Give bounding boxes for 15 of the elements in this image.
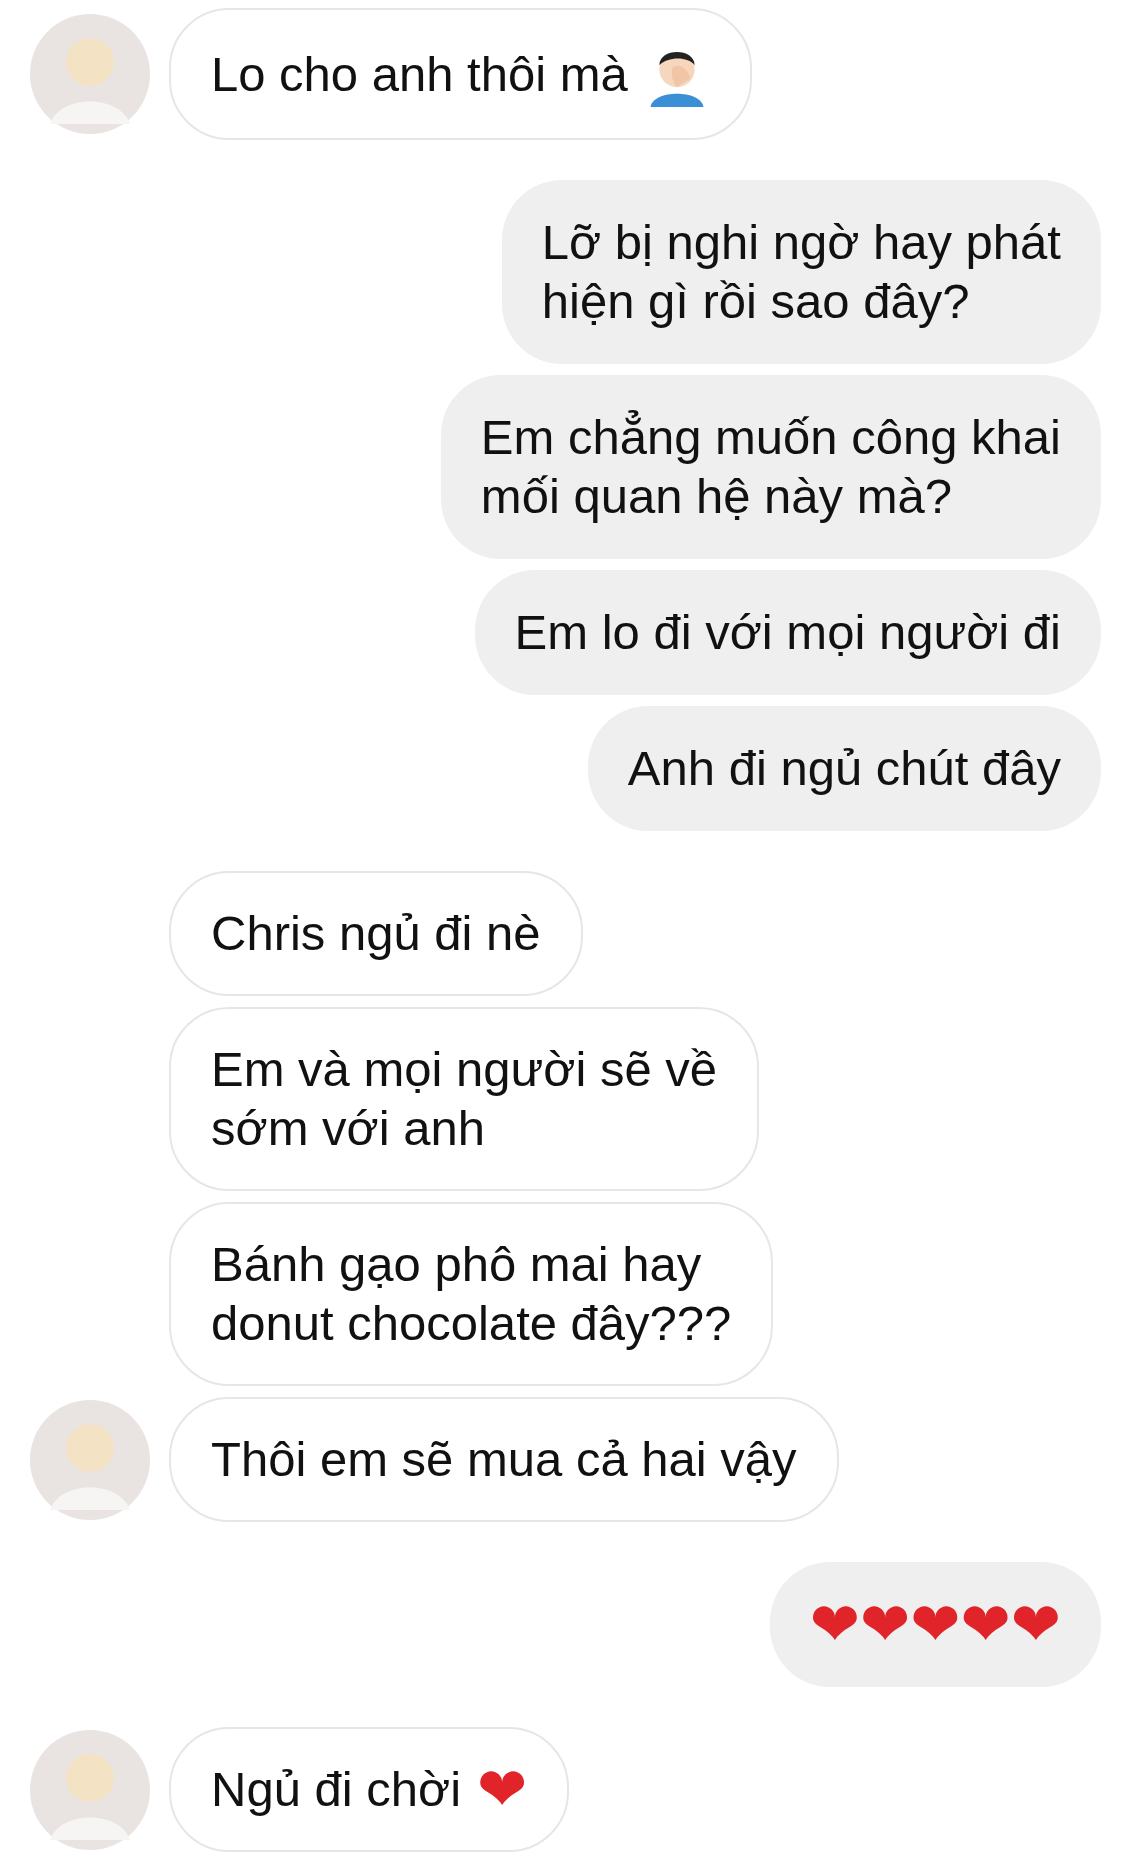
avatar[interactable] (30, 14, 150, 134)
message-text: Em lo đi với mọi người đi (514, 604, 1061, 661)
heart-emoji: ❤❤❤❤❤ (809, 1595, 1061, 1654)
heart-emoji: ❤ (477, 1760, 528, 1819)
message-text: Bánh gạo phô mai hay donut chocolate đây??? (211, 1236, 732, 1352)
avatar[interactable] (30, 1729, 150, 1850)
message-text: Em chẳng muốn công khai mối quan hệ này mà? (480, 409, 1061, 525)
message-text: Anh đi ngủ chút đây (627, 740, 1061, 797)
message-text: Lỡ bị nghi ngờ hay phát hiện gì rồi sao đây? (541, 214, 1061, 330)
message-text: Em và mọi người sẽ về sớm với anh (211, 1041, 718, 1157)
message-text: Chris ngủ đi nè (211, 905, 541, 962)
message-text: Thôi em sẽ mua cả hai vậy (211, 1431, 797, 1488)
message-text: Lo cho anh thôi mà (211, 45, 628, 103)
avatar[interactable] (30, 1399, 150, 1520)
message-text: Ngủ đi chời (211, 1761, 462, 1818)
